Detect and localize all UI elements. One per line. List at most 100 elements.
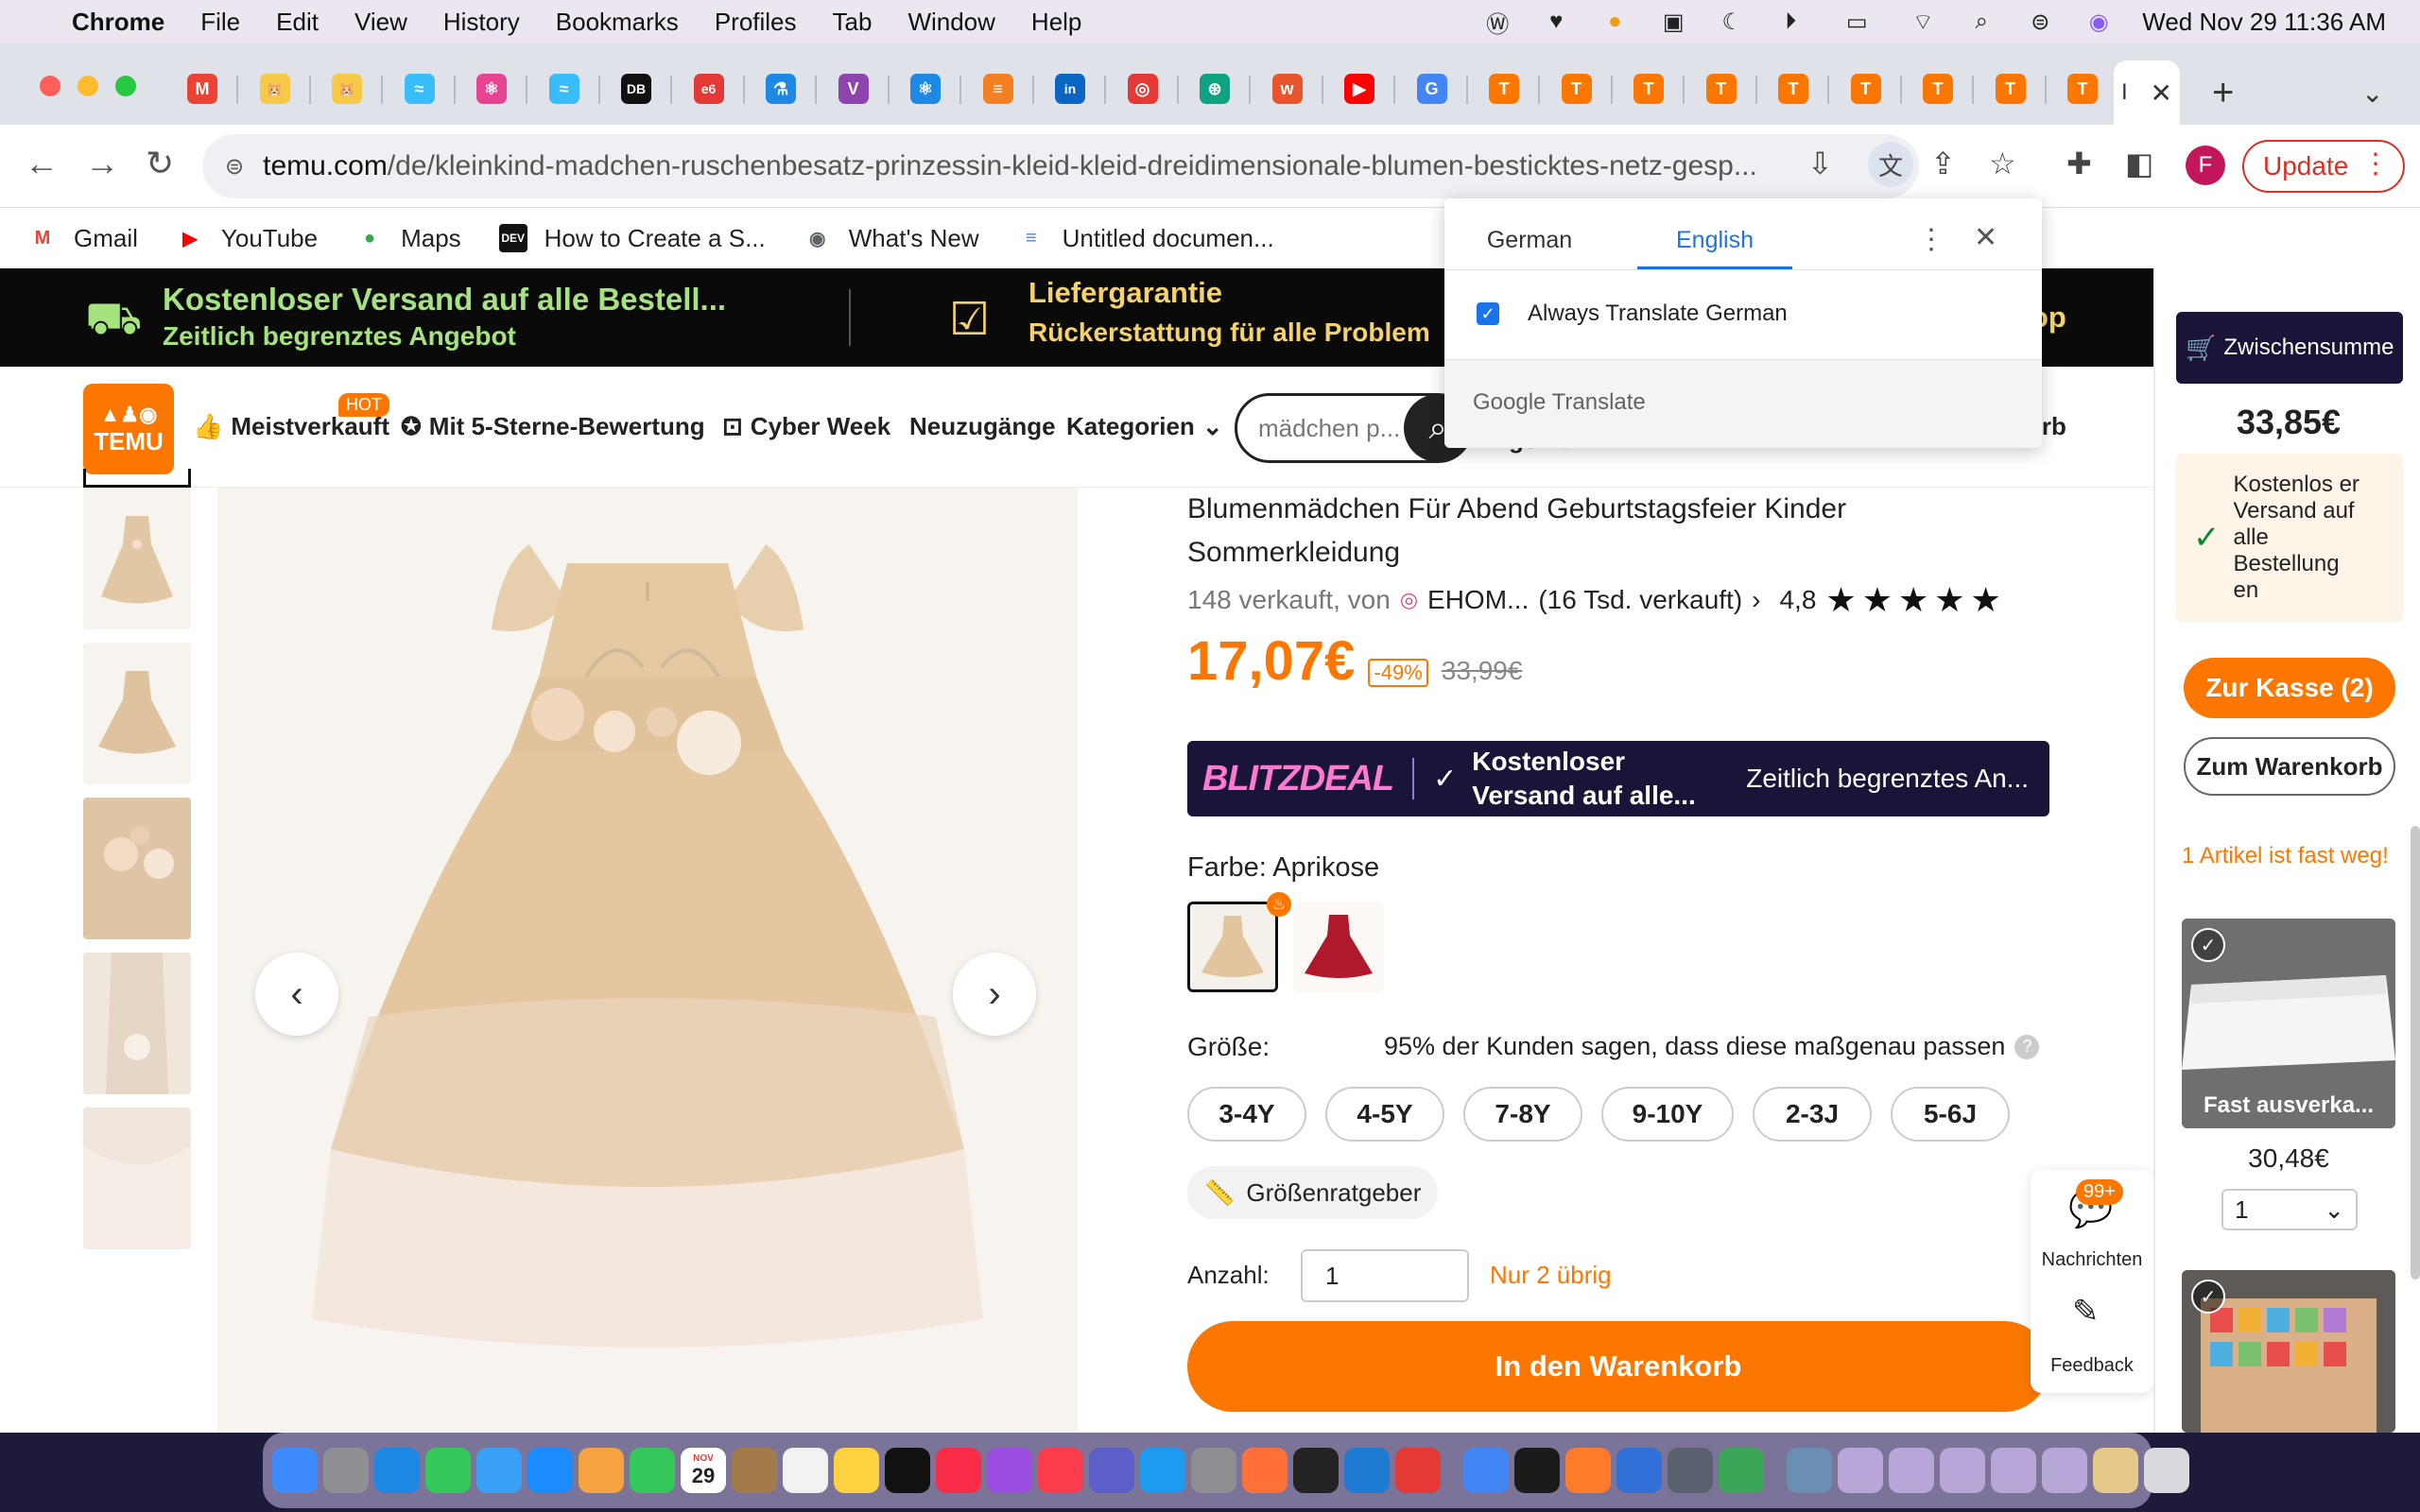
size-option[interactable]: 2-3J — [1753, 1087, 1872, 1142]
calendar-icon[interactable]: NOV 29 — [681, 1448, 726, 1493]
wps-icon[interactable] — [1395, 1448, 1441, 1493]
install-app-icon[interactable]: ⇩ — [1807, 146, 1833, 181]
side-panel-icon[interactable]: ◧ — [2125, 146, 2153, 181]
nav-five-star[interactable]: ✪ Mit 5-Sterne-Bewertung — [401, 412, 705, 441]
folder-icon[interactable] — [2042, 1448, 2087, 1493]
share-icon[interactable]: ⇪ — [1930, 146, 1956, 181]
torrent-icon[interactable] — [1719, 1448, 1764, 1493]
pen-icon[interactable] — [1565, 1448, 1611, 1493]
translate-tab-english[interactable]: English — [1637, 227, 1792, 254]
quantity-select[interactable]: 1 — [1301, 1249, 1469, 1302]
thumbnail-1[interactable] — [83, 488, 191, 629]
vscode-icon[interactable] — [1344, 1448, 1390, 1493]
appletv-icon[interactable] — [885, 1448, 930, 1493]
checkout-button[interactable]: Zur Kasse (2) — [2184, 658, 2395, 718]
feedback-icon[interactable]: ✎ — [2072, 1293, 2100, 1331]
nav-bestsellers[interactable]: 👍 Meistverkauft — [193, 412, 389, 441]
chevron-right-icon[interactable]: › — [1752, 585, 1760, 615]
product-main-image[interactable] — [217, 488, 1078, 1433]
browser-tab[interactable]: ≈ — [384, 60, 456, 117]
menu-help[interactable]: Help — [1031, 8, 1081, 37]
address-bar[interactable]: ⊜ temu.com /de/kleinkind-madchen-ruschen… — [202, 134, 1919, 198]
browser-tab[interactable]: T — [1685, 60, 1757, 117]
music-icon[interactable] — [936, 1448, 981, 1493]
rating-stars[interactable]: ★★★★★ — [1825, 580, 2006, 620]
forward-button[interactable]: → — [85, 144, 119, 183]
menu-edit[interactable]: Edit — [276, 8, 319, 37]
browser-tab[interactable]: T — [1541, 60, 1613, 117]
tab-search-chevron-icon[interactable]: ⌄ — [2361, 77, 2383, 109]
temu-logo[interactable]: ▲♟◉ TEMU — [83, 384, 174, 474]
extensions-icon[interactable]: ✚ — [2066, 146, 2092, 181]
nav-new-arrivals[interactable]: Neuzugänge — [909, 412, 1056, 441]
settings-icon[interactable] — [1191, 1448, 1236, 1493]
nav-categories[interactable]: Kategorien ⌄ — [1066, 412, 1223, 441]
reload-button[interactable]: ↻ — [146, 144, 174, 183]
browser-tab[interactable]: ≈ — [528, 60, 600, 117]
browser-tab[interactable]: G — [1396, 60, 1468, 117]
menu-bookmarks[interactable]: Bookmarks — [556, 8, 679, 37]
appstore-icon[interactable] — [1140, 1448, 1185, 1493]
browser-tab[interactable]: DB — [600, 60, 672, 117]
siri-icon[interactable]: ◉ — [2083, 9, 2114, 35]
new-tab-button[interactable]: + — [2212, 72, 2234, 114]
browser-tab[interactable]: 🐹 — [311, 60, 383, 117]
browser-tab[interactable]: T — [1975, 60, 2047, 117]
color-swatch-apricot[interactable] — [1187, 902, 1278, 992]
trash-icon[interactable] — [2144, 1448, 2189, 1493]
browser-tab[interactable]: T — [1613, 60, 1685, 117]
control-center-icon[interactable]: ⊜ — [2025, 9, 2055, 35]
menu-tab[interactable]: Tab — [833, 8, 873, 37]
safari-icon[interactable] — [374, 1448, 420, 1493]
size-option[interactable]: 5-6J — [1891, 1087, 2010, 1142]
w-status-icon[interactable]: ▣ — [1658, 9, 1688, 35]
bookmark-star-icon[interactable]: ☆ — [1989, 146, 2016, 181]
news-icon[interactable] — [1038, 1448, 1083, 1493]
moon-status-icon[interactable]: ☾ — [1717, 9, 1747, 35]
bookmark-item[interactable]: ◉ What's New — [804, 224, 979, 253]
browser-tab[interactable]: ⚛ — [456, 60, 527, 117]
messages-icon[interactable] — [425, 1448, 471, 1493]
mastodon-icon[interactable] — [1616, 1448, 1662, 1493]
browser-tab[interactable]: e6 — [673, 60, 745, 117]
bookmark-item[interactable]: ● Maps — [355, 224, 461, 253]
size-option[interactable]: 4-5Y — [1325, 1087, 1444, 1142]
nav-cyber-week[interactable]: ⊡ Cyber Week — [722, 412, 890, 441]
cart-item-alphabet-puzzle[interactable]: ✓ — [2182, 1270, 2395, 1433]
tab-active[interactable]: I ✕ — [2114, 60, 2180, 125]
activity-icon[interactable] — [1514, 1448, 1560, 1493]
help-icon[interactable]: ? — [2014, 1034, 2040, 1059]
translate-tab-german[interactable]: German — [1444, 227, 1615, 254]
thumbnail-selected-frame[interactable] — [83, 469, 191, 488]
menubar-clock[interactable]: Wed Nov 29 11:36 AM — [2142, 8, 2386, 37]
preview-icon[interactable] — [1787, 1448, 1832, 1493]
color-swatch-red[interactable] — [1293, 902, 1384, 992]
close-icon[interactable]: ✕ — [1974, 221, 1997, 254]
mastodon-icon[interactable] — [1668, 1448, 1713, 1493]
reminders-icon[interactable] — [783, 1448, 828, 1493]
menu-file[interactable]: File — [200, 8, 240, 37]
thumbnail-2[interactable] — [83, 643, 191, 784]
notes-icon[interactable] — [834, 1448, 879, 1493]
cart-scrollbar[interactable] — [2411, 826, 2420, 1280]
facetime-icon[interactable] — [630, 1448, 675, 1493]
always-translate-checkbox[interactable]: ✓ — [1477, 302, 1499, 325]
browser-tab[interactable]: M — [166, 60, 238, 117]
battery-icon[interactable]: ▭ — [1834, 9, 1879, 35]
browser-tab[interactable]: ≡ — [962, 60, 1034, 117]
finder-icon[interactable] — [272, 1448, 318, 1493]
chrome-menu-icon[interactable]: ⋮ — [2361, 147, 2390, 180]
item-select-checkbox[interactable]: ✓ — [2191, 928, 2225, 962]
feedback-label[interactable]: Feedback — [2031, 1355, 2153, 1377]
add-to-cart-button[interactable]: In den Warenkorb — [1187, 1321, 2049, 1412]
window-close-button[interactable] — [40, 76, 60, 96]
menu-app-name[interactable]: Chrome — [72, 8, 164, 37]
size-option[interactable]: 7-8Y — [1463, 1087, 1582, 1142]
folder-icon[interactable] — [1889, 1448, 1934, 1493]
browser-tab[interactable]: T — [1830, 60, 1902, 117]
seller-sold[interactable]: (16 Tsd. verkauft) — [1538, 585, 1742, 615]
bookmark-item[interactable]: ▶ YouTube — [176, 224, 318, 253]
cart-item-mattress-protector[interactable]: ✓ Fast ausverka... — [2182, 919, 2395, 1128]
menu-profiles[interactable]: Profiles — [715, 8, 797, 37]
launchpad-icon[interactable] — [323, 1448, 369, 1493]
